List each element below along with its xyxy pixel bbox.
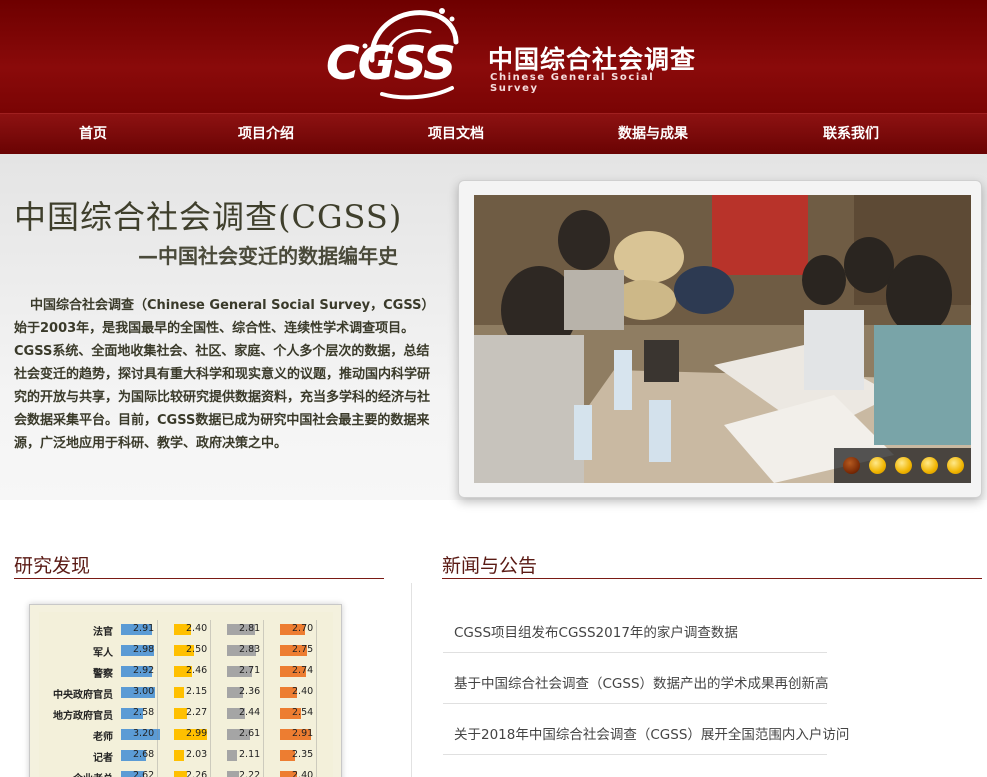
news-item-1[interactable]: CGSS项目组发布CGSS2017年的家户调查数据 [454, 621, 738, 641]
news-separator [443, 703, 827, 704]
chart-row-label: 法官 [93, 627, 113, 638]
main-nav: 首页 项目介绍 项目文档 数据与成果 联系我们 [0, 113, 987, 154]
chart-data-label: 2.40 [292, 770, 314, 777]
chart-bar [174, 750, 184, 761]
news-separator [443, 754, 827, 755]
chart-data-label: 2.99 [186, 728, 208, 739]
chart-data-label: 2.36 [239, 686, 261, 697]
news-title: 新闻与公告 [442, 555, 538, 577]
chart-axis-line [316, 620, 317, 777]
chart-data-label: 2.35 [292, 749, 314, 760]
chart-data-label: 2.26 [186, 770, 208, 777]
chart-data-label: 2.81 [239, 623, 261, 634]
research-title: 研究发现 [14, 555, 91, 577]
news-underline [442, 578, 982, 579]
chart-data-label: 2.44 [239, 707, 261, 718]
site-logo[interactable]: CGSS 中国综合社会调查 Chinese General Social Sur… [322, 2, 702, 108]
slider-photo[interactable] [474, 195, 971, 483]
news-separator [443, 652, 827, 653]
chart-data-label: 3.00 [133, 686, 155, 697]
chart-data-label: 2.75 [292, 644, 314, 655]
chart-data-label: 2.91 [292, 728, 314, 739]
site-header: CGSS 中国综合社会调查 Chinese General Social Sur… [0, 0, 987, 113]
nav-home[interactable]: 首页 [79, 114, 107, 155]
findings-chart: 法官 2.91 2.40 2.81 2.70 军人 2.98 2.50 2.83 2.75 警察 2.… [39, 612, 333, 777]
photo-illustration [474, 195, 971, 483]
chart-data-label: 2.58 [133, 707, 155, 718]
chart-data-label: 2.83 [239, 644, 261, 655]
slider-pagination [834, 448, 971, 483]
nav-project-intro[interactable]: 项目介绍 [238, 114, 294, 155]
chart-data-label: 2.92 [133, 665, 155, 676]
chart-data-label: 2.98 [133, 644, 155, 655]
chart-axis-line [157, 620, 158, 777]
chart-data-label: 2.40 [292, 686, 314, 697]
chart-row-label: 军人 [93, 648, 113, 659]
chart-data-label: 2.03 [186, 749, 208, 760]
chart-data-label: 2.40 [186, 623, 208, 634]
chart-data-label: 2.68 [133, 749, 155, 760]
chart-data-label: 2.91 [133, 623, 155, 634]
nav-contact[interactable]: 联系我们 [823, 114, 879, 155]
chart-row-label: 记者 [93, 753, 113, 764]
slider-dot-4[interactable] [921, 457, 938, 474]
chart-row-label: 地方政府官员 [53, 711, 113, 722]
chart-bar [174, 687, 184, 698]
chart-data-label: 2.50 [186, 644, 208, 655]
chart-data-label: 2.74 [292, 665, 314, 676]
chart-data-label: 2.71 [239, 665, 261, 676]
slider-dot-1[interactable] [843, 457, 860, 474]
chart-data-label: 2.62 [133, 770, 155, 777]
chart-row-label: 企业老总 [1, 770, 113, 777]
chart-data-label: 2.46 [186, 665, 208, 676]
chart-bar [227, 771, 239, 777]
intro-paragraph: 中国综合社会调查（Chinese General Social Survey，C… [14, 298, 431, 451]
chart-row-label: 中央政府官员 [53, 690, 113, 701]
logo-chinese-name: 中国综合社会调查 [488, 45, 697, 74]
chart-axis-line [210, 620, 211, 777]
news-item-3[interactable]: 关于2018年中国综合社会调查（CGSS）展开全国范围内入户访问 [454, 723, 849, 743]
nav-project-docs[interactable]: 项目文档 [428, 114, 484, 155]
intro-subtitle: —中国社会变迁的数据编年史 [138, 244, 398, 268]
chart-data-label: 2.61 [239, 728, 261, 739]
chart-data-label: 2.70 [292, 623, 314, 634]
nav-data-results[interactable]: 数据与成果 [618, 114, 688, 155]
column-divider [411, 583, 412, 777]
intro-title: 中国综合社会调查(CGSS) [14, 198, 403, 236]
chart-data-label: 2.54 [292, 707, 314, 718]
slider-dot-5[interactable] [947, 457, 964, 474]
chart-bar [227, 750, 237, 761]
chart-data-label: 3.20 [133, 728, 155, 739]
news-item-2[interactable]: 基于中国综合社会调查（CGSS）数据产出的学术成果再创新高 [454, 672, 829, 692]
chart-row-label: 警察 [93, 669, 113, 680]
slider-dot-3[interactable] [895, 457, 912, 474]
logo-english-name: Chinese General Social Survey [490, 72, 655, 94]
research-underline [14, 578, 384, 579]
chart-data-label: 2.15 [186, 686, 208, 697]
chart-data-label: 2.11 [239, 749, 261, 760]
chart-row-label: 老师 [93, 732, 113, 743]
chart-data-label: 2.22 [239, 770, 261, 777]
chart-data-label: 2.27 [186, 707, 208, 718]
chart-bar [174, 771, 187, 777]
logo-wordmark: CGSS [326, 36, 456, 90]
slider-dot-2[interactable] [869, 457, 886, 474]
chart-axis-line [263, 620, 264, 777]
